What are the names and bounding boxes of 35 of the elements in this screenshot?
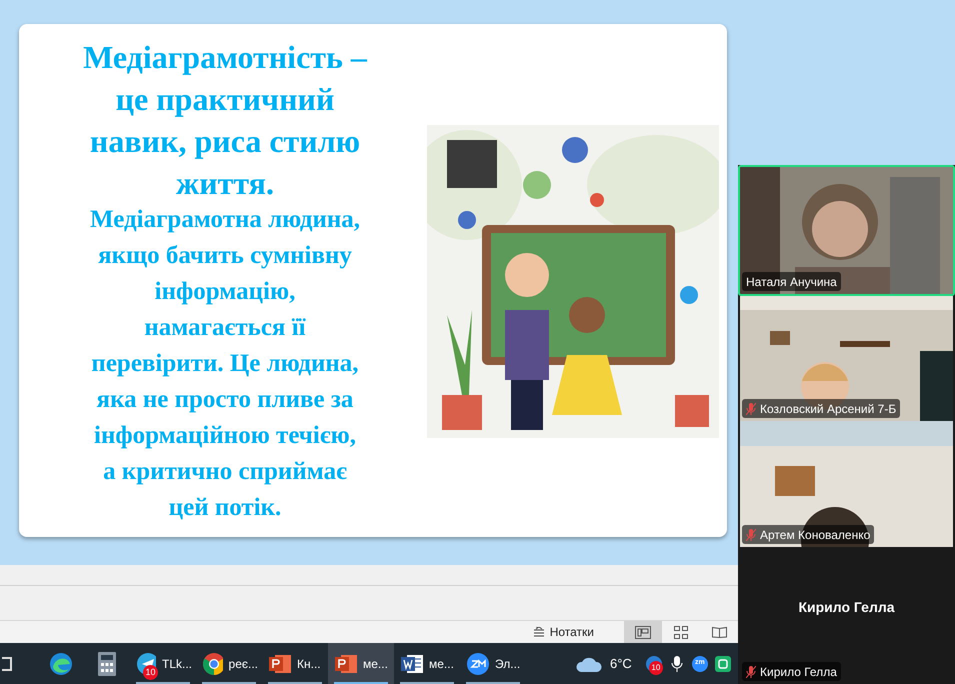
microphone-icon — [670, 656, 683, 672]
chrome-icon — [203, 652, 223, 674]
count-badge: 10 — [143, 665, 158, 680]
word-icon — [401, 652, 423, 674]
name-label: Наталя Анучина — [742, 272, 841, 291]
normal-view-icon — [635, 626, 651, 638]
taskbar-button[interactable]: Кн... — [262, 643, 328, 684]
cloud-icon — [576, 656, 602, 672]
name-label: Козловский Арсений 7-Б — [742, 399, 900, 418]
taskview-icon[interactable] — [2, 656, 12, 670]
calculator-icon — [98, 652, 116, 676]
name-label: Кирило Гелла — [742, 662, 841, 681]
notes-icon — [532, 627, 545, 637]
slide-text: Медіаграмотна людина, якщо бачить сумнівну інформацію, намагається її перевірити. Це людина, яка не просто пливе за інформаційною течією, а критично сприймає цей потік. — [90, 205, 360, 523]
taskbar-button[interactable]: реє... — [196, 643, 262, 684]
participant-name: Кирило Гелла — [797, 598, 896, 617]
zoom-icon — [467, 652, 489, 674]
view-normal-button[interactable] — [624, 620, 662, 644]
tray-icon-button[interactable] — [668, 656, 685, 672]
powerpoint-icon — [335, 652, 357, 674]
tray-icon-button[interactable] — [714, 656, 731, 672]
notes-button[interactable]: Нотатки — [532, 623, 594, 641]
name-label: Артем Коноваленко — [742, 525, 874, 544]
app-icon — [714, 656, 731, 672]
weather-temperature: 6°C — [610, 654, 632, 673]
powerpoint-icon — [269, 652, 291, 674]
taskbar-button[interactable]: TLk... 10 — [130, 643, 196, 684]
grid-icon — [674, 626, 688, 638]
book-icon — [712, 626, 726, 638]
taskbar-button[interactable]: Эл... — [460, 643, 526, 684]
taskbar-button[interactable]: ме... — [328, 643, 394, 684]
taskbar-button[interactable]: ме... — [394, 643, 460, 684]
edge-icon — [49, 652, 73, 676]
slide-heading: Медіаграмотність – це практичний навик, риса стилю життя. — [83, 38, 367, 203]
tray-icon-button[interactable]: 10 — [646, 656, 662, 672]
